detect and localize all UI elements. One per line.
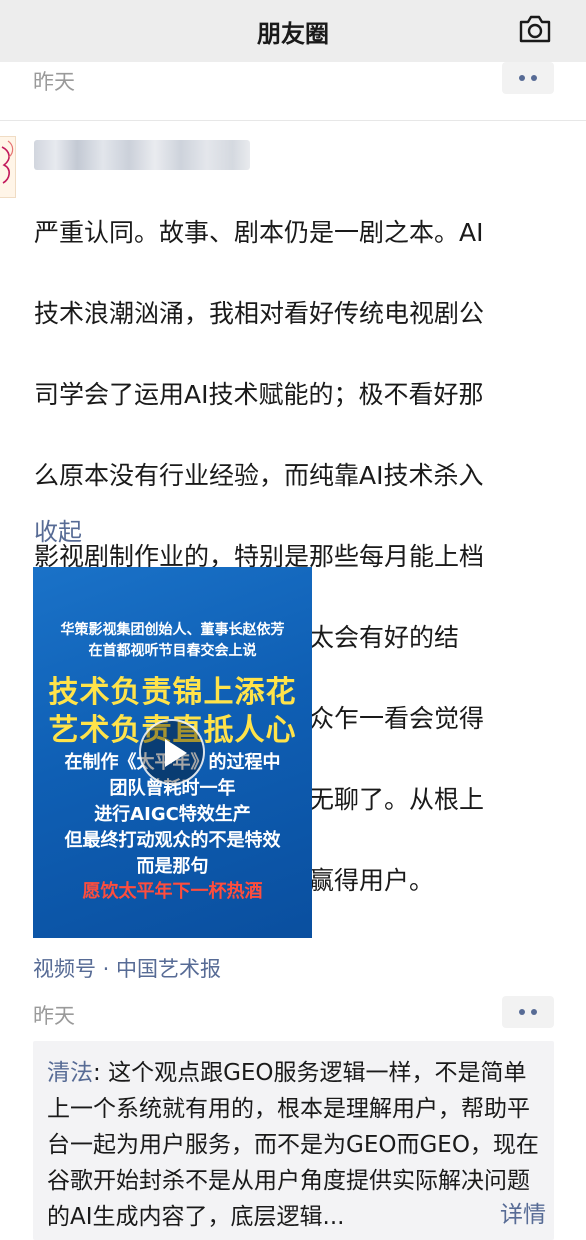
video-caption-line: 但最终打动观众的不是特效 [64,830,281,851]
avatar[interactable] [0,136,16,198]
comment[interactable]: 清法: 这个观点跟GEO服务逻辑一样，不是简单上一个系统就有用的，根本是理解用户… [47,1055,547,1235]
comment-separator: : [93,1060,109,1086]
play-button[interactable] [139,719,205,785]
video-caption-line: 华策影视集团创始人、董事长赵依芳 [60,622,285,638]
comment-details-link[interactable]: 详情 [500,1195,546,1229]
post-divider [0,120,586,121]
camera-icon[interactable] [518,14,552,44]
post-more-button[interactable] [502,996,554,1028]
post-text-line: 严重认同。故事、剧本仍是一剧之本。AI [34,217,484,247]
video-source-link[interactable]: 视频号 · 中国艺术报 [33,953,221,983]
video-caption-line: 愿饮太平年下一杯热酒 [82,881,263,902]
post-time: 昨天 [33,1004,75,1028]
video-caption-line: 进行AIGC特效生产 [94,804,251,825]
comment-text: 这个观点跟GEO服务逻辑一样，不是简单上一个系统就有用的，根本是理解用户，帮助平… [47,1060,539,1230]
post-text-line: 技术浪潮汹涌，我相对看好传统电视剧公 [34,298,485,328]
previous-post-time: 昨天 [33,70,75,94]
comment-box: 清法: 这个观点跟GEO服务逻辑一样，不是简单上一个系统就有用的，根本是理解用户… [33,1041,554,1240]
author-name-blurred[interactable] [34,140,250,170]
collapse-link[interactable]: 收起 [34,512,82,547]
dot-icon [531,1009,537,1015]
previous-post-more-button[interactable] [502,62,554,94]
post-text-line: 么原本没有行业经验，而纯靠AI技术杀入 [34,460,484,490]
video-card[interactable]: 华策影视集团创始人、董事长赵依芳 在首都视听节目春交会上说 技术负责锦上添花 艺… [33,567,312,938]
video-caption-line: 在首都视听节目春交会上说 [88,643,257,659]
play-icon [165,739,187,767]
comment-username[interactable]: 清法 [47,1060,93,1086]
post-text-line: 司学会了运用AI技术赋能的；极不看好那 [34,379,484,409]
dot-icon [531,75,537,81]
dot-icon [519,1009,525,1015]
dot-icon [519,75,525,81]
page-title: 朋友圈 [257,20,329,48]
video-caption-line: 而是那句 [136,856,209,877]
top-bar: 朋友圈 [0,0,586,62]
